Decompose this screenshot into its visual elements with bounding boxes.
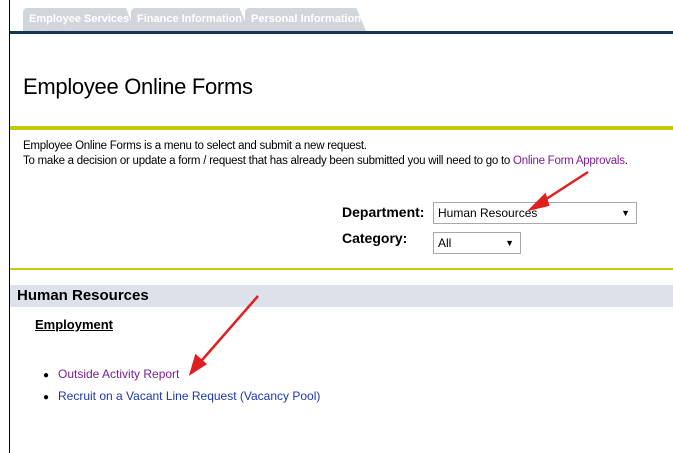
annotation-arrow-outside-activity (195, 295, 259, 368)
annotation-arrows (188, 170, 589, 376)
annotation-arrowhead-department (527, 192, 550, 212)
